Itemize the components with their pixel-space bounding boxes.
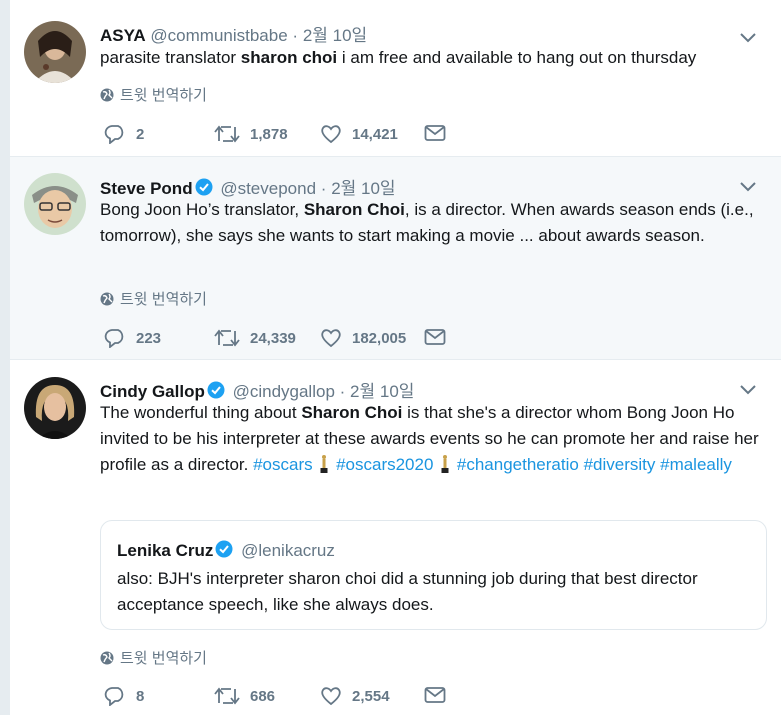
translate-tweet-link[interactable]: 트윗 번역하기 (100, 288, 207, 309)
tweet-header: Steve Pond @stevepond · 2월 10일 (100, 174, 396, 199)
retweet-button[interactable]: 24,339 (214, 328, 296, 348)
tweet-text: Bong Joon Ho’s translator, Sharon Choi, … (100, 200, 754, 245)
translate-label: 트윗 번역하기 (120, 650, 207, 667)
direct-message-button[interactable] (424, 124, 446, 142)
tweet-date[interactable]: 2월 10일 (331, 179, 395, 198)
verified-badge-icon (215, 540, 233, 558)
timeline: ASYA @communistbabe · 2월 10일 parasite tr… (10, 0, 781, 715)
user-handle[interactable]: @communistbabe (150, 26, 287, 45)
separator: · (320, 179, 327, 198)
avatar[interactable] (24, 173, 86, 235)
envelope-icon (424, 687, 446, 703)
display-name[interactable]: Cindy Gallop (100, 382, 205, 401)
heart-icon (321, 329, 341, 348)
user-handle[interactable]: @stevepond (220, 179, 316, 198)
separator: · (339, 382, 346, 401)
verified-badge-icon (195, 178, 213, 196)
quoted-tweet-text: also: BJH's interpreter sharon choi did … (117, 569, 698, 614)
like-button[interactable]: 2,554 (320, 686, 390, 706)
oscar-trophy-icon (441, 455, 449, 473)
like-button[interactable]: 182,005 (320, 328, 406, 348)
retweet-button[interactable]: 1,878 (214, 124, 288, 144)
tweet-header: ASYA @communistbabe · 2월 10일 (100, 21, 367, 46)
chevron-down-icon[interactable] (739, 30, 757, 44)
envelope-icon (424, 329, 446, 345)
highlighted-text: Sharon Choi (303, 200, 405, 219)
globe-icon (100, 651, 114, 664)
separator: · (292, 26, 299, 45)
oscar-trophy-icon (320, 455, 328, 473)
direct-message-button[interactable] (424, 328, 446, 346)
like-button[interactable]: 14,421 (320, 124, 398, 144)
translate-tweet-link[interactable]: 트윗 번역하기 (100, 84, 207, 105)
hashtag-link[interactable]: #oscars (253, 455, 313, 474)
chevron-down-icon[interactable] (739, 382, 757, 396)
hashtag-link[interactable]: #changetheratio (457, 455, 579, 474)
highlighted-text: Sharon Choi (301, 403, 403, 422)
tweet-header: Cindy Gallop @cindygallop · 2월 10일 (100, 377, 414, 402)
hashtag-link[interactable]: #maleally (660, 455, 732, 474)
tweet-date[interactable]: 2월 10일 (350, 382, 414, 401)
display-name[interactable]: Steve Pond (100, 179, 193, 198)
retweet-icon (214, 329, 240, 347)
heart-icon (321, 687, 341, 706)
heart-icon (321, 125, 341, 144)
translate-tweet-link[interactable]: 트윗 번역하기 (100, 647, 207, 668)
avatar[interactable] (24, 21, 86, 83)
retweet-button[interactable]: 686 (214, 686, 275, 706)
hashtag-link[interactable]: #diversity (584, 455, 656, 474)
reply-button[interactable]: 223 (104, 328, 161, 348)
user-handle[interactable]: @cindygallop (233, 382, 335, 401)
hashtag-link[interactable]: #oscars2020 (336, 455, 433, 474)
highlighted-text: sharon choi (240, 48, 338, 67)
globe-icon (100, 292, 114, 305)
user-handle[interactable]: @lenikacruz (241, 541, 335, 560)
tweet-text: The wonderful thing about Sharon Choi is… (100, 403, 759, 474)
verified-badge-icon (207, 381, 225, 399)
quoted-tweet-header: Lenika Cruz @lenikacruz (117, 540, 335, 561)
globe-icon (100, 88, 114, 101)
display-name[interactable]: Lenika Cruz (117, 541, 213, 560)
chevron-down-icon[interactable] (739, 179, 757, 193)
translate-label: 트윗 번역하기 (120, 87, 207, 104)
envelope-icon (424, 125, 446, 141)
tweet[interactable]: ASYA @communistbabe · 2월 10일 parasite tr… (10, 0, 781, 157)
display-name[interactable]: ASYA (100, 26, 146, 45)
tweet-date[interactable]: 2월 10일 (303, 26, 367, 45)
direct-message-button[interactable] (424, 686, 446, 704)
quoted-tweet[interactable]: Lenika Cruz @lenikacruz also: BJH's inte… (100, 520, 767, 630)
translate-label: 트윗 번역하기 (120, 291, 207, 308)
tweet-text: parasite translator sharon choi i am fre… (100, 48, 697, 67)
retweet-icon (214, 125, 240, 143)
reply-button[interactable]: 8 (104, 686, 144, 706)
reply-button[interactable]: 2 (104, 124, 144, 144)
reply-icon (104, 687, 124, 706)
tweet[interactable]: Cindy Gallop @cindygallop · 2월 10일 The w… (10, 360, 781, 715)
reply-icon (104, 329, 124, 348)
tweet[interactable]: Steve Pond @stevepond · 2월 10일 Bong Joon… (10, 157, 781, 360)
retweet-icon (214, 687, 240, 705)
reply-icon (104, 125, 124, 144)
avatar[interactable] (24, 377, 86, 439)
